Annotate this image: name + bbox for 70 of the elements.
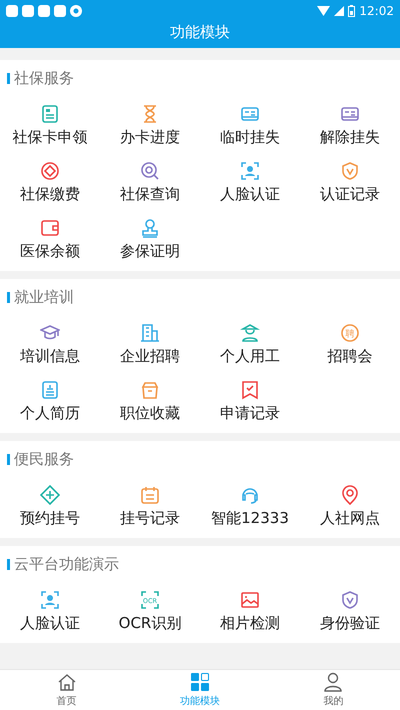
- feature-label[interactable]: 认证记录: [320, 185, 380, 204]
- photo-icon: [240, 590, 260, 610]
- feature-label[interactable]: 社保卡申领: [12, 128, 88, 147]
- accent-bar: [7, 292, 10, 302]
- shield-icon: [340, 161, 360, 181]
- bookmark-icon: [240, 380, 260, 400]
- feature-label[interactable]: 社保缴费: [20, 185, 80, 204]
- feature-label[interactable]: 培训信息: [20, 347, 80, 366]
- feature-label[interactable]: 参保证明: [120, 242, 180, 261]
- search-icon: [140, 161, 160, 181]
- map-pin-icon: [340, 485, 360, 505]
- building-icon: [140, 323, 160, 343]
- worker-icon: [240, 323, 260, 343]
- feature-label[interactable]: 人脸认证: [220, 185, 280, 204]
- notification-icon: [6, 5, 18, 17]
- feature-label[interactable]: 企业招聘: [120, 347, 180, 366]
- feature-label[interactable]: 职位收藏: [120, 404, 180, 423]
- notification-icon: [54, 5, 66, 17]
- section-title: 社保服务: [14, 68, 74, 88]
- document-icon: [40, 380, 60, 400]
- card-icon: [40, 104, 60, 124]
- feature-label[interactable]: 医保余额: [20, 242, 80, 261]
- feature-label[interactable]: 招聘会: [328, 347, 372, 366]
- wifi-icon: [317, 6, 330, 16]
- feature-label[interactable]: 社保查询: [120, 185, 180, 204]
- accent-bar: [7, 454, 10, 464]
- face-scan-icon: [240, 161, 260, 181]
- signal-icon: [334, 6, 344, 16]
- section-title: 就业培训: [14, 288, 74, 306]
- page-title: 功能模块: [170, 22, 230, 42]
- feature-label[interactable]: 办卡进度: [120, 128, 180, 147]
- badge-icon: 聘: [340, 323, 360, 343]
- nav-tab[interactable]: 首页: [0, 670, 134, 710]
- feature-label[interactable]: 预约挂号: [20, 509, 80, 528]
- feature-label[interactable]: 挂号记录: [120, 509, 180, 528]
- feature-label[interactable]: 申请记录: [220, 404, 280, 423]
- id-card-icon: [240, 104, 260, 124]
- status-time: 12:02: [359, 4, 394, 18]
- feature-label[interactable]: OCR识别: [118, 614, 182, 633]
- box-icon: [140, 380, 160, 400]
- plus-diamond-icon: [40, 485, 60, 505]
- feature-label[interactable]: 身份验证: [320, 614, 380, 633]
- feature-label[interactable]: 人脸认证: [20, 614, 80, 633]
- section-title: 云平台功能演示: [14, 554, 119, 574]
- home-icon: [56, 672, 77, 692]
- calendar-icon: [140, 485, 160, 505]
- feature-label[interactable]: 相片检测: [220, 614, 280, 633]
- target-icon: [40, 161, 60, 181]
- battery-icon: [348, 5, 356, 17]
- notification-icon: [22, 5, 34, 17]
- id-card-icon: [340, 104, 360, 124]
- stamp-icon: [140, 218, 160, 238]
- headset-icon: [240, 485, 260, 505]
- grid-icon: [190, 672, 210, 692]
- section-title: 便民服务: [14, 450, 74, 468]
- feature-label[interactable]: 解除挂失: [320, 128, 380, 147]
- feature-label[interactable]: 智能12333: [211, 509, 289, 528]
- feature-label[interactable]: 人社网点: [320, 509, 380, 528]
- feature-label[interactable]: 个人简历: [20, 404, 80, 423]
- accent-bar: [7, 558, 10, 570]
- user-icon: [323, 672, 344, 692]
- feature-label[interactable]: 个人用工: [220, 347, 280, 366]
- nav-tab[interactable]: 我的: [266, 670, 400, 710]
- app-notification-icon: [70, 5, 82, 17]
- face-scan-icon: [40, 590, 60, 610]
- shield-icon: [340, 590, 360, 610]
- feature-label[interactable]: 临时挂失: [220, 128, 280, 147]
- notification-icon: [38, 5, 50, 17]
- accent-bar: [7, 72, 10, 84]
- wallet-icon: [40, 218, 60, 238]
